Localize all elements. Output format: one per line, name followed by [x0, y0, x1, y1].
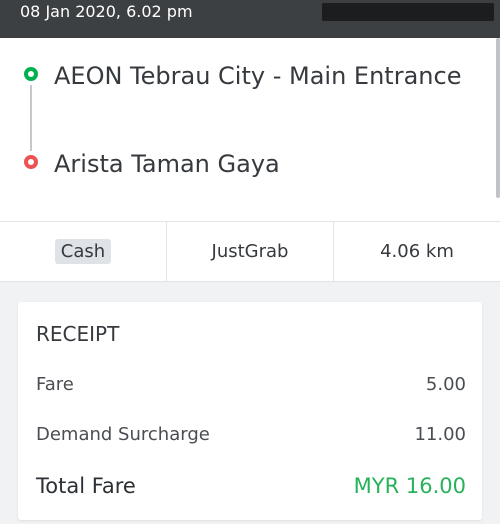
fare-amount: 5.00 [425, 374, 466, 395]
distance-cell: 4.06 km [333, 222, 500, 281]
receipt-row-fare: Fare 5.00 [36, 374, 466, 395]
trip-datetime: 08 Jan 2020, 6.02 pm [20, 2, 193, 21]
route-connector-line [30, 85, 32, 151]
pickup-dot-icon [24, 67, 38, 81]
dropoff-dot-icon [24, 155, 38, 169]
dropoff-location: Arista Taman Gaya [54, 150, 280, 178]
scrollbar[interactable] [496, 38, 500, 198]
receipt-row-total: Total Fare MYR 16.00 [36, 474, 466, 498]
pickup-location: AEON Tebrau City - Main Entrance [54, 62, 462, 90]
total-fare-label: Total Fare [36, 474, 136, 498]
total-fare-amount: MYR 16.00 [353, 474, 466, 498]
payment-method-badge: Cash [54, 239, 112, 264]
fare-label: Fare [36, 374, 74, 395]
status-header: 08 Jan 2020, 6.02 pm [0, 0, 500, 38]
surcharge-amount: 11.00 [414, 424, 466, 445]
payment-method-cell: Cash [0, 222, 166, 281]
redacted-block [322, 3, 494, 21]
route-card: AEON Tebrau City - Main Entrance Arista … [0, 38, 500, 222]
receipt-title: RECEIPT [36, 322, 120, 346]
service-type-cell: JustGrab [166, 222, 333, 281]
receipt-card: RECEIPT Fare 5.00 Demand Surcharge 11.00… [18, 302, 482, 520]
receipt-row-surcharge: Demand Surcharge 11.00 [36, 424, 466, 445]
surcharge-label: Demand Surcharge [36, 424, 210, 445]
trip-info-row: Cash JustGrab 4.06 km [0, 222, 500, 282]
